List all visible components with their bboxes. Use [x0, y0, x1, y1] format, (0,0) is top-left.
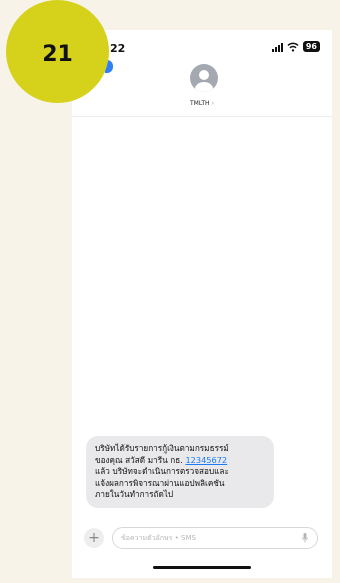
step-number-badge: 21: [6, 0, 109, 103]
contact-name: TMLTH: [190, 100, 210, 107]
message-field[interactable]: [112, 527, 318, 549]
message-input[interactable]: [121, 528, 291, 548]
person-icon: [195, 70, 213, 92]
signal-icon: [271, 42, 283, 52]
phone-screen: 22 96 TMLTH› บริษัทได้รับรายการกู้เงินต: [72, 30, 332, 578]
step-number: 21: [42, 42, 73, 67]
message-line: แล้ว บริษัทจะดำเนินการตรวจสอบและ: [95, 466, 229, 477]
message-composer: +: [72, 526, 332, 552]
message-line: แจ้งผลการพิจารณาผ่านแอปพลิเคชัน: [95, 477, 225, 488]
contact-name-row[interactable]: TMLTH ›: [72, 100, 332, 107]
message-bubble[interactable]: บริษัทได้รับรายการกู้เงินตามกรมธรรม์ ของ…: [86, 436, 274, 508]
message-line: ภายในวันทำการถัดไป: [95, 489, 174, 500]
status-bar: 22 96: [72, 30, 332, 60]
wifi-icon: [287, 42, 299, 52]
conversation-header: TMLTH ›: [72, 58, 332, 117]
battery-indicator: 96: [302, 41, 320, 52]
message-line: บริษัทได้รับรายการกู้เงินตามกรมธรรม์: [95, 443, 229, 453]
message-line: ของคุณ สวัสดี มารีน กธ. 12345672: [95, 455, 265, 467]
add-attachment-button[interactable]: +: [84, 528, 104, 548]
message-text: ของคุณ สวัสดี มารีน กธ.: [95, 454, 186, 465]
policy-number-link[interactable]: 12345672: [185, 455, 227, 465]
microphone-icon[interactable]: [302, 533, 308, 543]
chevron-right-icon: ›: [211, 100, 214, 107]
status-indicators: 96: [271, 41, 320, 52]
status-time: 22: [110, 42, 126, 55]
home-indicator[interactable]: [153, 566, 251, 569]
contact-avatar[interactable]: [190, 64, 218, 92]
